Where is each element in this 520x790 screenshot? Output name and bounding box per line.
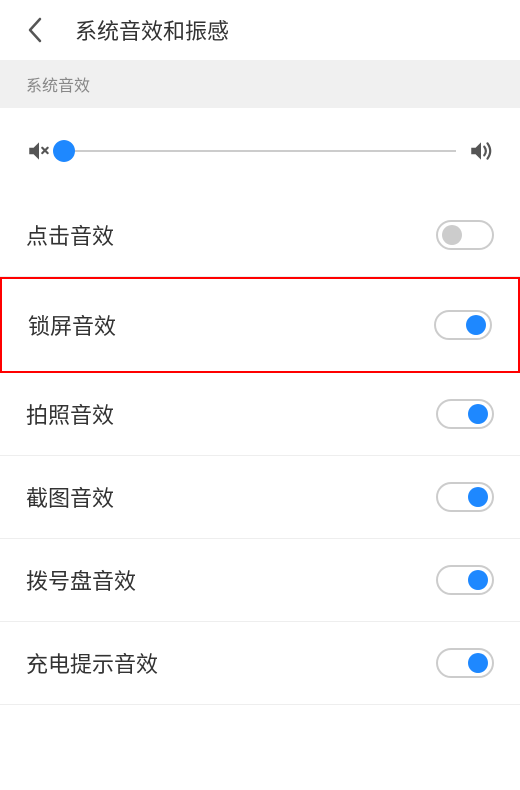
toggle-switch[interactable] xyxy=(436,482,494,512)
setting-row: 拍照音效 xyxy=(0,373,520,456)
header: 系统音效和振感 xyxy=(0,0,520,60)
toggle-switch[interactable] xyxy=(436,399,494,429)
setting-label: 锁屏音效 xyxy=(28,309,116,341)
chevron-left-icon xyxy=(27,17,43,43)
back-button[interactable] xyxy=(20,15,50,45)
toggle-switch[interactable] xyxy=(436,648,494,678)
toggle-knob xyxy=(468,404,488,424)
setting-label: 拨号盘音效 xyxy=(26,564,136,596)
volume-slider-row xyxy=(0,108,520,194)
volume-mute-icon xyxy=(26,138,52,164)
section-header: 系统音效 xyxy=(0,60,520,108)
setting-label: 拍照音效 xyxy=(26,398,114,430)
toggle-switch[interactable] xyxy=(436,220,494,250)
slider-thumb[interactable] xyxy=(53,140,75,162)
setting-row: 拨号盘音效 xyxy=(0,539,520,622)
toggle-knob xyxy=(468,653,488,673)
toggle-switch[interactable] xyxy=(434,310,492,340)
page-title: 系统音效和振感 xyxy=(75,14,229,46)
volume-slider[interactable] xyxy=(64,141,456,161)
setting-label: 充电提示音效 xyxy=(26,647,158,679)
toggle-knob xyxy=(468,570,488,590)
setting-row: 点击音效 xyxy=(0,194,520,277)
toggle-knob xyxy=(466,315,486,335)
toggle-knob xyxy=(468,487,488,507)
setting-label: 截图音效 xyxy=(26,481,114,513)
toggle-switch[interactable] xyxy=(436,565,494,595)
setting-label: 点击音效 xyxy=(26,219,114,251)
volume-up-icon xyxy=(468,138,494,164)
setting-row: 截图音效 xyxy=(0,456,520,539)
toggle-knob xyxy=(442,225,462,245)
slider-track xyxy=(64,150,456,152)
setting-row: 充电提示音效 xyxy=(0,622,520,705)
setting-row: 锁屏音效 xyxy=(0,277,520,373)
